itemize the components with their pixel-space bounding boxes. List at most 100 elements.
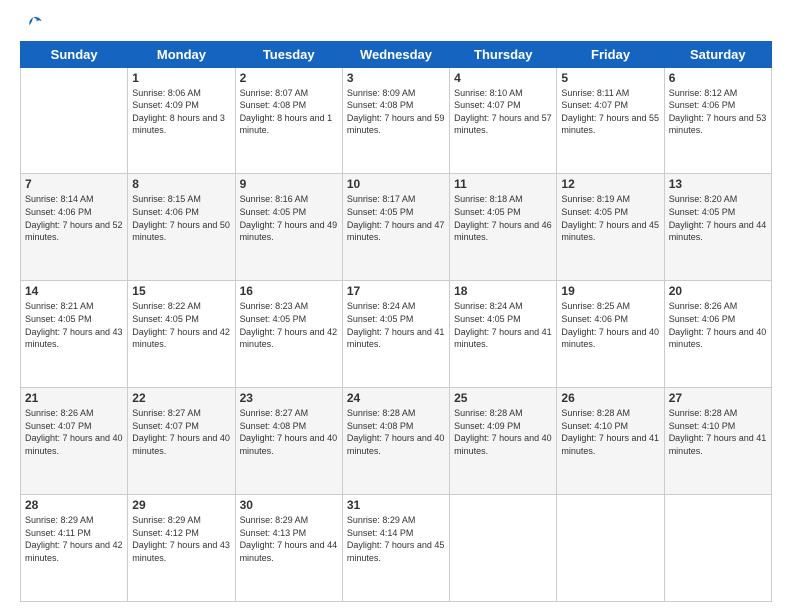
day-info: Sunrise: 8:20 AMSunset: 4:05 PMDaylight:… [669,193,767,243]
day-number: 21 [25,391,123,405]
day-info: Sunrise: 8:28 AMSunset: 4:10 PMDaylight:… [669,407,767,457]
column-header-tuesday: Tuesday [235,41,342,67]
day-number: 7 [25,177,123,191]
day-number: 18 [454,284,552,298]
day-number: 26 [561,391,659,405]
day-cell [557,495,664,602]
day-info: Sunrise: 8:29 AMSunset: 4:11 PMDaylight:… [25,514,123,564]
day-cell: 31 Sunrise: 8:29 AMSunset: 4:14 PMDayligh… [342,495,449,602]
day-info: Sunrise: 8:28 AMSunset: 4:09 PMDaylight:… [454,407,552,457]
day-number: 14 [25,284,123,298]
day-info: Sunrise: 8:24 AMSunset: 4:05 PMDaylight:… [454,300,552,350]
day-info: Sunrise: 8:12 AMSunset: 4:06 PMDaylight:… [669,87,767,137]
day-info: Sunrise: 8:29 AMSunset: 4:13 PMDaylight:… [240,514,338,564]
day-number: 1 [132,71,230,85]
day-cell: 16 Sunrise: 8:23 AMSunset: 4:05 PMDayligh… [235,281,342,388]
day-cell: 4 Sunrise: 8:10 AMSunset: 4:07 PMDaylight… [450,67,557,174]
day-number: 27 [669,391,767,405]
day-cell: 11 Sunrise: 8:18 AMSunset: 4:05 PMDayligh… [450,174,557,281]
column-header-sunday: Sunday [21,41,128,67]
day-info: Sunrise: 8:22 AMSunset: 4:05 PMDaylight:… [132,300,230,350]
day-number: 6 [669,71,767,85]
calendar-table: SundayMondayTuesdayWednesdayThursdayFrid… [20,41,772,602]
day-cell: 14Sunrise: 8:21 AMSunset: 4:05 PMDayligh… [21,281,128,388]
day-number: 23 [240,391,338,405]
day-number: 25 [454,391,552,405]
day-number: 17 [347,284,445,298]
week-row-1: 1 Sunrise: 8:06 AMSunset: 4:09 PMDaylight… [21,67,772,174]
day-cell: 20 Sunrise: 8:26 AMSunset: 4:06 PMDayligh… [664,281,771,388]
day-cell: 13 Sunrise: 8:20 AMSunset: 4:05 PMDayligh… [664,174,771,281]
day-number: 12 [561,177,659,191]
day-number: 11 [454,177,552,191]
day-cell: 9 Sunrise: 8:16 AMSunset: 4:05 PMDaylight… [235,174,342,281]
day-cell: 2 Sunrise: 8:07 AMSunset: 4:08 PMDaylight… [235,67,342,174]
day-number: 16 [240,284,338,298]
day-cell: 19 Sunrise: 8:25 AMSunset: 4:06 PMDayligh… [557,281,664,388]
day-cell: 17 Sunrise: 8:24 AMSunset: 4:05 PMDayligh… [342,281,449,388]
day-info: Sunrise: 8:25 AMSunset: 4:06 PMDaylight:… [561,300,659,350]
column-header-friday: Friday [557,41,664,67]
day-cell: 6 Sunrise: 8:12 AMSunset: 4:06 PMDaylight… [664,67,771,174]
day-info: Sunrise: 8:14 AMSunset: 4:06 PMDaylight:… [25,193,123,243]
day-cell: 23 Sunrise: 8:27 AMSunset: 4:08 PMDayligh… [235,388,342,495]
column-header-wednesday: Wednesday [342,41,449,67]
logo-general-text [20,15,43,33]
day-info: Sunrise: 8:23 AMSunset: 4:05 PMDaylight:… [240,300,338,350]
day-cell: 15Sunrise: 8:22 AMSunset: 4:05 PMDayligh… [128,281,235,388]
day-info: Sunrise: 8:28 AMSunset: 4:08 PMDaylight:… [347,407,445,457]
column-header-thursday: Thursday [450,41,557,67]
day-info: Sunrise: 8:28 AMSunset: 4:10 PMDaylight:… [561,407,659,457]
day-info: Sunrise: 8:17 AMSunset: 4:05 PMDaylight:… [347,193,445,243]
day-info: Sunrise: 8:11 AMSunset: 4:07 PMDaylight:… [561,87,659,137]
week-row-5: 28Sunrise: 8:29 AMSunset: 4:11 PMDayligh… [21,495,772,602]
column-header-monday: Monday [128,41,235,67]
day-cell: 12 Sunrise: 8:19 AMSunset: 4:05 PMDayligh… [557,174,664,281]
day-cell: 25 Sunrise: 8:28 AMSunset: 4:09 PMDayligh… [450,388,557,495]
day-cell: 29Sunrise: 8:29 AMSunset: 4:12 PMDayligh… [128,495,235,602]
day-cell: 24 Sunrise: 8:28 AMSunset: 4:08 PMDayligh… [342,388,449,495]
day-cell: 8Sunrise: 8:15 AMSunset: 4:06 PMDaylight… [128,174,235,281]
column-header-saturday: Saturday [664,41,771,67]
day-number: 2 [240,71,338,85]
day-info: Sunrise: 8:10 AMSunset: 4:07 PMDaylight:… [454,87,552,137]
week-row-4: 21 Sunrise: 8:26 AMSunset: 4:07 PMDayligh… [21,388,772,495]
day-info: Sunrise: 8:19 AMSunset: 4:05 PMDaylight:… [561,193,659,243]
logo-bird-icon [23,16,43,32]
day-info: Sunrise: 8:27 AMSunset: 4:07 PMDaylight:… [132,407,230,457]
day-number: 24 [347,391,445,405]
header [20,15,772,33]
day-number: 19 [561,284,659,298]
day-info: Sunrise: 8:16 AMSunset: 4:05 PMDaylight:… [240,193,338,243]
day-info: Sunrise: 8:26 AMSunset: 4:06 PMDaylight:… [669,300,767,350]
day-info: Sunrise: 8:29 AMSunset: 4:14 PMDaylight:… [347,514,445,564]
day-info: Sunrise: 8:07 AMSunset: 4:08 PMDaylight:… [240,87,338,137]
day-info: Sunrise: 8:18 AMSunset: 4:05 PMDaylight:… [454,193,552,243]
page: SundayMondayTuesdayWednesdayThursdayFrid… [0,0,792,612]
day-number: 4 [454,71,552,85]
day-number: 31 [347,498,445,512]
day-info: Sunrise: 8:27 AMSunset: 4:08 PMDaylight:… [240,407,338,457]
day-info: Sunrise: 8:06 AMSunset: 4:09 PMDaylight:… [132,87,230,137]
day-number: 10 [347,177,445,191]
day-cell: 22 Sunrise: 8:27 AMSunset: 4:07 PMDayligh… [128,388,235,495]
day-number: 13 [669,177,767,191]
day-cell: 28Sunrise: 8:29 AMSunset: 4:11 PMDayligh… [21,495,128,602]
day-cell [450,495,557,602]
day-cell: 7 Sunrise: 8:14 AMSunset: 4:06 PMDaylight… [21,174,128,281]
day-number: 3 [347,71,445,85]
day-number: 30 [240,498,338,512]
week-row-3: 14Sunrise: 8:21 AMSunset: 4:05 PMDayligh… [21,281,772,388]
day-cell: 10 Sunrise: 8:17 AMSunset: 4:05 PMDayligh… [342,174,449,281]
day-cell: 1 Sunrise: 8:06 AMSunset: 4:09 PMDaylight… [128,67,235,174]
week-row-2: 7 Sunrise: 8:14 AMSunset: 4:06 PMDaylight… [21,174,772,281]
day-number: 22 [132,391,230,405]
day-number: 9 [240,177,338,191]
day-number: 5 [561,71,659,85]
day-info: Sunrise: 8:24 AMSunset: 4:05 PMDaylight:… [347,300,445,350]
day-number: 20 [669,284,767,298]
day-number: 8 [132,177,230,191]
day-info: Sunrise: 8:26 AMSunset: 4:07 PMDaylight:… [25,407,123,457]
logo [20,15,43,33]
day-cell: 26 Sunrise: 8:28 AMSunset: 4:10 PMDayligh… [557,388,664,495]
